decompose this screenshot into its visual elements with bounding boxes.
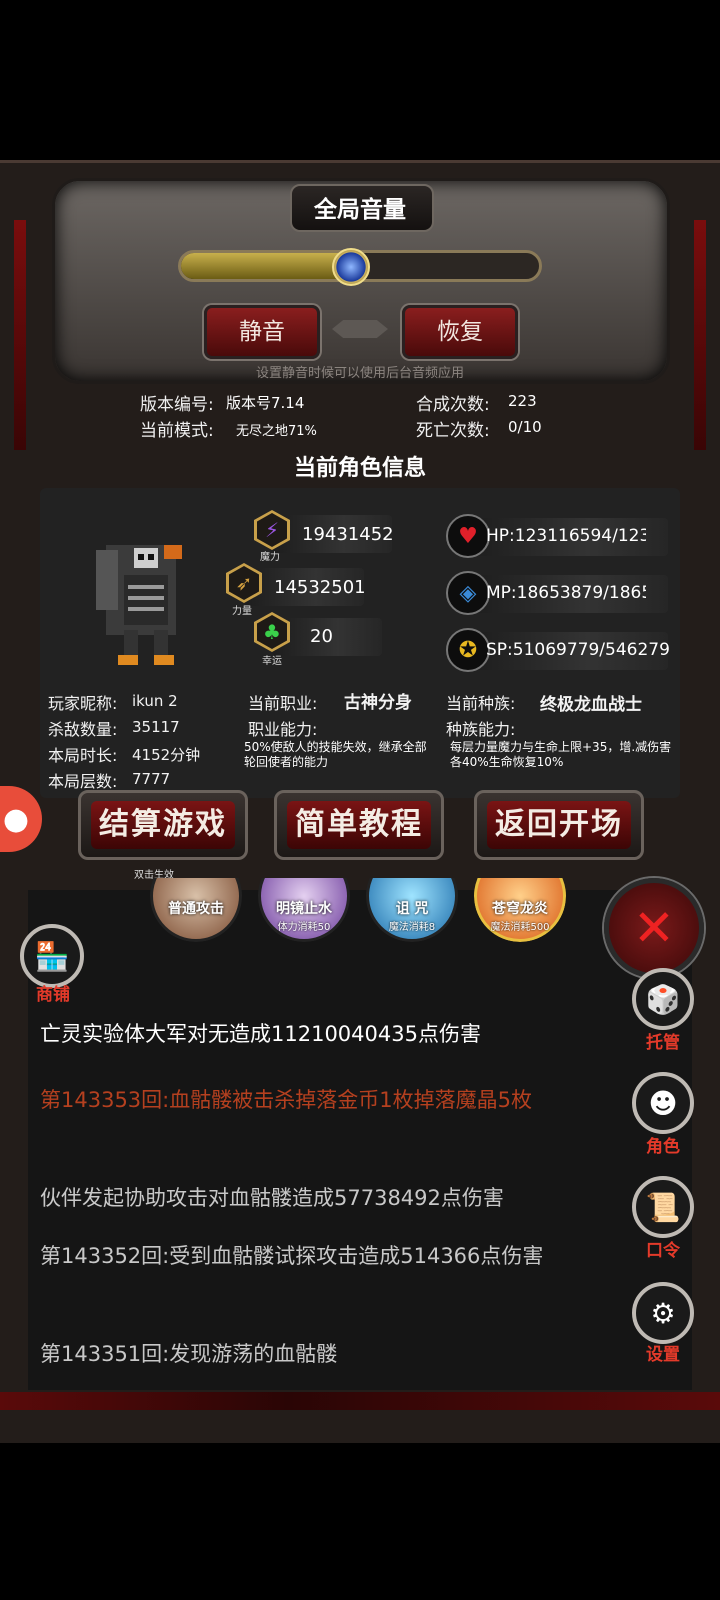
dice-icon: 🎲	[645, 982, 681, 1016]
power-caption: 力量	[232, 606, 252, 617]
log-line: 第143351回:发现游荡的血骷髅	[40, 1342, 338, 1366]
mp-value: MP:18653879/18653	[486, 583, 646, 603]
role-button[interactable]: ☻	[632, 1072, 694, 1134]
mana-icon: ◈	[446, 571, 490, 615]
death-label: 死亡次数:	[416, 421, 490, 441]
back-to-start-button[interactable]: 返回开场	[474, 790, 644, 860]
hooded-figure-icon: ☻	[648, 1086, 678, 1120]
volume-slider-knob[interactable]	[332, 248, 371, 286]
job-ability-label: 职业能力:	[248, 720, 318, 739]
back-to-start-label: 返回开场	[487, 801, 631, 849]
volume-slider-fill	[181, 253, 350, 279]
mode-label: 当前模式:	[140, 421, 214, 441]
job-value: 古神分身	[344, 693, 412, 713]
floors-label: 本局层数:	[48, 772, 118, 791]
magic-caption: 魔力	[260, 552, 280, 563]
role-label: 角色	[646, 1137, 680, 1157]
tutorial-button[interactable]: 简单教程	[274, 790, 444, 860]
frame-red-strip-right	[694, 220, 706, 450]
magic-value: 19431452	[302, 524, 394, 545]
luck-value: 20	[310, 626, 333, 647]
log-line: 第143352回:受到血骷髅试探攻击造成514366点伤害	[40, 1244, 544, 1268]
frame-red-strip-left	[14, 220, 26, 450]
floors-value: 7777	[132, 770, 171, 788]
section-title: 当前角色信息	[293, 456, 426, 481]
kills-value: 35117	[132, 718, 180, 736]
ornament-divider	[332, 320, 388, 338]
duration-label: 本局时长:	[48, 746, 118, 765]
race-ability-text: 每层力量魔力与生命上限+35，增.减伤害各40%生命恢复10%	[450, 740, 672, 769]
auto-button[interactable]: 🎲	[632, 968, 694, 1030]
code-label: 口令	[646, 1241, 680, 1261]
user-icon: ●	[2, 801, 30, 837]
luck-caption: 幸运	[262, 656, 282, 667]
race-ability-label: 种族能力:	[446, 720, 516, 739]
mute-hint: 设置静音时候可以使用后台音频应用	[255, 366, 464, 381]
job-label: 当前职业:	[248, 694, 318, 713]
power-value: 14532501	[274, 577, 366, 598]
log-line: 第143353回:血骷髅被击杀掉落金币1枚掉落魔晶5枚	[40, 1088, 532, 1112]
tutorial-label: 简单教程	[287, 801, 431, 849]
log-line: 伙伴发起协助攻击对血骷髅造成57738492点伤害	[40, 1186, 504, 1210]
volume-title: 全局音量	[314, 197, 406, 223]
version-value: 版本号7.14	[226, 394, 305, 412]
battle-log: 亡灵实验体大军对无造成11210040435点伤害 第143353回:血骷髅被击…	[24, 900, 624, 1390]
sp-value: SP:51069779/546279	[486, 640, 670, 660]
auto-label: 托管	[646, 1033, 680, 1053]
mode-value: 无尽之地71%	[236, 424, 317, 439]
death-value: 0/10	[508, 418, 542, 436]
race-value: 终极龙血战士	[540, 695, 642, 715]
log-line: 亡灵实验体大军对无造成11210040435点伤害	[40, 1022, 481, 1046]
gear-icon: ⚙	[650, 1296, 676, 1330]
code-button[interactable]: 📜	[632, 1176, 694, 1238]
job-ability-text: 50%使敌人的技能失效，继承全部轮回使者的能力	[244, 740, 427, 769]
settings-label: 设置	[646, 1345, 680, 1365]
frame-bottom-bar	[0, 1392, 720, 1410]
settings-button[interactable]: ⚙	[632, 1282, 694, 1344]
restore-button[interactable]: 恢复	[402, 305, 518, 359]
nickname-label: 玩家昵称:	[48, 694, 118, 713]
heart-icon: ♥	[446, 514, 490, 558]
merge-value: 223	[508, 392, 537, 410]
character-sprite	[96, 540, 186, 670]
race-label: 当前种族:	[446, 694, 516, 713]
settle-game-button[interactable]: 结算游戏	[78, 790, 248, 860]
close-icon: ✕	[633, 899, 675, 957]
mute-button[interactable]: 静音	[204, 305, 320, 359]
version-label: 版本编号:	[140, 395, 214, 415]
duration-value: 4152分钟	[132, 746, 201, 764]
merge-label: 合成次数:	[416, 395, 490, 415]
hp-value: HP:123116594/123	[486, 526, 646, 546]
kills-label: 杀敌数量:	[48, 720, 118, 739]
nickname-value: ikun 2	[132, 692, 178, 710]
strength-icon: ✪	[446, 628, 490, 672]
scroll-icon: 📜	[645, 1190, 681, 1224]
settle-game-label: 结算游戏	[91, 801, 235, 849]
